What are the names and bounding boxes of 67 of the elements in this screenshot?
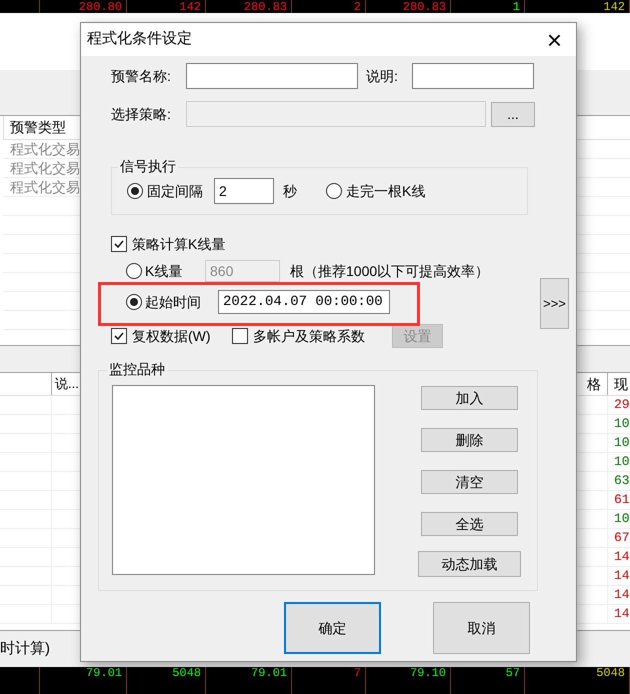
- ticker-value: 280.80: [78, 1, 122, 13]
- price-cell-text: 14: [614, 548, 630, 566]
- action-button[interactable]: 加入: [421, 386, 518, 410]
- expand-button[interactable]: >>>: [540, 278, 569, 329]
- ticker-value: 2: [354, 1, 361, 13]
- checkbox-label[interactable]: 复权数据(W): [132, 326, 232, 346]
- price-cell-text: 14: [614, 567, 630, 586]
- hint-text: 根（推荐1000以下可提高效率）: [290, 262, 490, 280]
- ticker-value: 79.01: [250, 667, 287, 679]
- dialog-button[interactable]: 取消: [433, 602, 530, 654]
- price-cell-text: 10: [614, 434, 630, 452]
- ticker-value: 79.01: [86, 667, 122, 679]
- ticker-value: 5048: [596, 667, 625, 679]
- column-header[interactable]: 格: [587, 374, 601, 394]
- price-cell-text: 14: [614, 586, 630, 604]
- price-cell-text: 63: [614, 472, 630, 490]
- description-field[interactable]: [412, 63, 534, 89]
- ticker-value: 1: [512, 1, 520, 13]
- column-header[interactable]: 说...: [55, 374, 79, 394]
- price-cell-text: 67: [614, 529, 630, 548]
- ticker-value: 7: [354, 667, 361, 679]
- field-label: 选择策略:: [111, 104, 172, 124]
- column-header[interactable]: 预警类型: [10, 117, 66, 138]
- price-cell-text: 29: [614, 396, 630, 414]
- interval-field[interactable]: 2: [214, 178, 274, 204]
- checkbox[interactable]: [111, 236, 127, 252]
- option-label[interactable]: 走完一根K线: [346, 180, 426, 202]
- start-time-field[interactable]: 2022.04.07 00:00:00: [218, 290, 390, 314]
- action-button[interactable]: 动态加载: [418, 551, 521, 577]
- ticker-value: 142: [179, 1, 201, 13]
- table-cell-text: 程式化交易: [10, 178, 80, 196]
- check-icon: [113, 238, 125, 250]
- radio-button[interactable]: [126, 294, 142, 310]
- ticker-value: 5048: [172, 667, 201, 679]
- checkbox[interactable]: [111, 328, 127, 344]
- check-icon: [113, 330, 125, 342]
- price-cell-text: 10: [614, 453, 630, 472]
- window-title: 程式化条件设定: [87, 29, 192, 50]
- ticker-value: 280.83: [402, 1, 446, 13]
- field-label: 预警名称:: [111, 66, 172, 86]
- status-text: 时计算): [0, 638, 50, 659]
- action-button[interactable]: 删除: [421, 428, 518, 452]
- price-cell-text: 61: [614, 491, 630, 510]
- ticker-value: 57: [506, 667, 520, 679]
- action-button[interactable]: 全选: [421, 512, 518, 536]
- option-label[interactable]: 固定间隔: [147, 180, 203, 202]
- dialog-button[interactable]: 确定: [284, 602, 381, 654]
- action-button[interactable]: 清空: [421, 470, 518, 494]
- name-field[interactable]: [186, 63, 358, 89]
- price-cell-text: 10: [614, 510, 630, 528]
- checkbox[interactable]: [232, 328, 248, 344]
- close-button[interactable]: ×: [546, 26, 562, 52]
- checkbox-label[interactable]: 策略计算K线量: [132, 234, 226, 254]
- checkbox-label[interactable]: 多帐户及策略系数: [253, 326, 392, 346]
- price-cell-text: 14: [614, 605, 630, 624]
- radio-button[interactable]: [326, 183, 342, 199]
- table-cell-text: 程式化交易: [10, 140, 80, 158]
- unit-label: 秒: [283, 182, 297, 200]
- ticker-value: 142: [603, 1, 625, 13]
- field-label: 说明:: [366, 66, 399, 86]
- radio-button[interactable]: [127, 183, 143, 199]
- price-cell-text: 10: [614, 415, 630, 434]
- option-label[interactable]: 起始时间: [145, 292, 218, 312]
- ticker-value: 79.10: [410, 667, 446, 679]
- ticker-value: 280.83: [244, 1, 287, 13]
- column-header[interactable]: 现: [614, 374, 628, 394]
- table-cell-text: 程式化交易: [10, 158, 80, 178]
